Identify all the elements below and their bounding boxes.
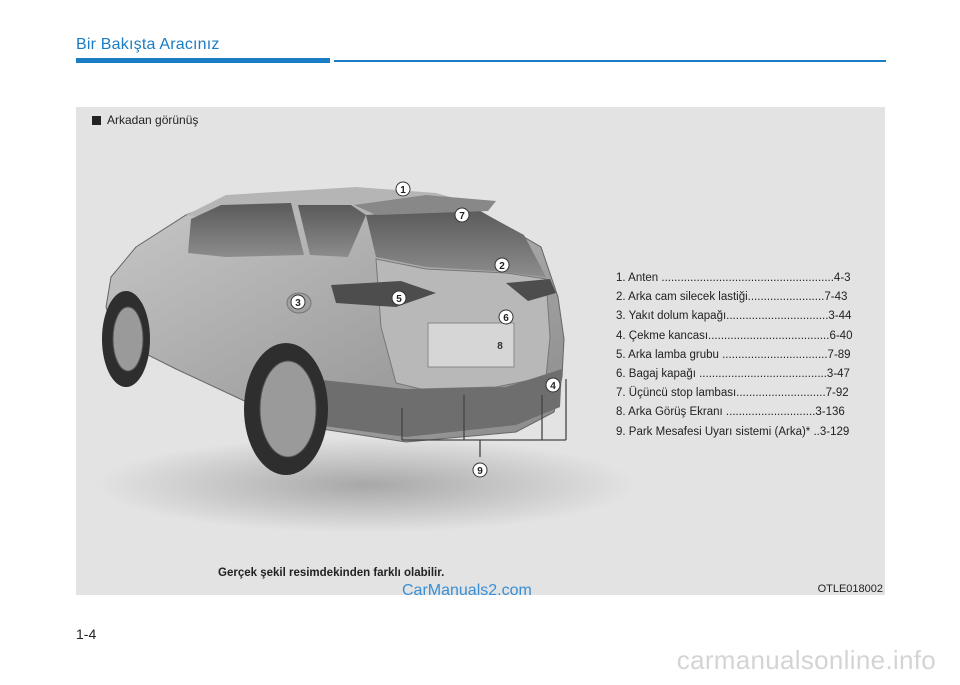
rear-wheel-rim: [259, 360, 317, 458]
callout-2: 2: [494, 257, 510, 273]
callout-7: 7: [454, 207, 470, 223]
callout-6: 6: [498, 309, 514, 325]
legend-item: 6. Bagaj kapağı ........................…: [616, 368, 850, 381]
svg-text:9: 9: [477, 466, 483, 477]
callout-3: 3: [290, 294, 306, 310]
front-wheel-rim: [112, 306, 144, 372]
svg-text:2: 2: [499, 261, 505, 272]
section-title: Bir Bakışta Aracınız: [76, 36, 220, 53]
legend-item: 9. Park Mesafesi Uyarı sistemi (Arka)* .…: [616, 425, 850, 438]
header-rule-thick: [76, 58, 330, 63]
svg-text:4: 4: [550, 381, 556, 392]
callout-9: 9: [472, 462, 488, 478]
site-watermark: CarManuals2.com: [402, 582, 532, 599]
callout-4: 4: [545, 377, 561, 393]
parts-legend: 1. Anten ...............................…: [616, 269, 886, 442]
svg-text:3: 3: [295, 298, 301, 309]
header-rule-thin: [334, 60, 886, 62]
svg-text:1: 1: [400, 185, 406, 196]
ground-shadow: [96, 437, 636, 533]
footer-watermark: carmanualsonline.info: [676, 645, 936, 675]
callout-8: 8: [497, 341, 503, 352]
legend-item: 5. Arka lamba grubu ....................…: [616, 348, 851, 361]
svg-text:7: 7: [459, 211, 465, 222]
svg-text:8: 8: [497, 341, 503, 352]
figure-panel: Arkadan görünüş 1 7 2 3 5 6 8 4 9 1. Ant…: [76, 107, 885, 595]
svg-text:6: 6: [503, 313, 509, 324]
figure-disclaimer: Gerçek şekil resimdekinden farklı olabil…: [218, 567, 445, 579]
callout-1: 1: [395, 181, 411, 197]
legend-item: 7. Üçüncü stop lambası..................…: [616, 387, 849, 400]
legend-item: 2. Arka cam silecek lastiği.............…: [616, 291, 848, 304]
legend-item: 4. Çekme kancası........................…: [616, 329, 853, 342]
figure-code: OTLE018002: [817, 583, 883, 595]
legend-item: 1. Anten ...............................…: [616, 272, 851, 284]
callout-5: 5: [391, 290, 407, 306]
svg-text:5: 5: [396, 294, 402, 305]
legend-item: 8. Arka Görüş Ekranı ...................…: [616, 406, 845, 419]
legend-item: 3. Yakıt dolum kapağı...................…: [616, 310, 852, 323]
page-number: 1-4: [76, 626, 97, 642]
